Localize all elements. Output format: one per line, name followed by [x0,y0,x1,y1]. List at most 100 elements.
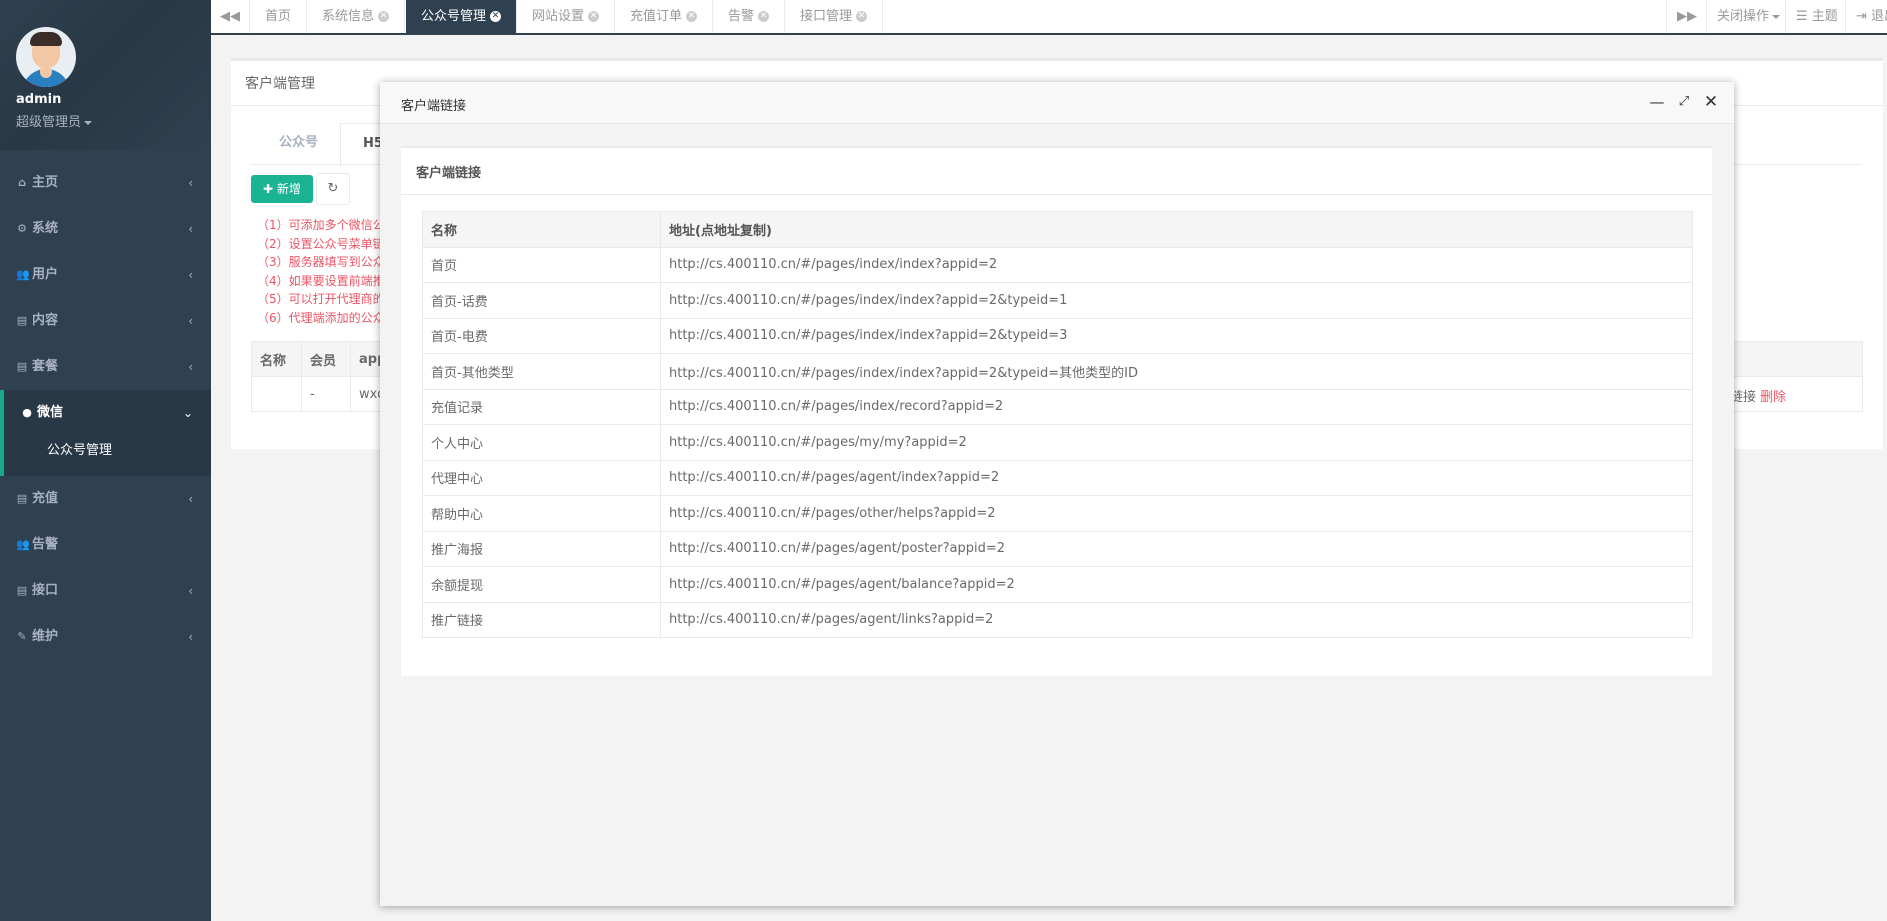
link-name: 首页-其他类型 [422,353,661,390]
maximize-button[interactable]: ⤢ [1674,92,1694,112]
sidebar: admin 超级管理员 ⌂ 主页 ‹ ⚙ 系统 ‹ 👥 用户 ‹ ▤ 内容 ‹ ▤ 套餐 ‹ ● 微信… [0,0,211,921]
sidebar-item-system[interactable]: ⚙ 系统 ‹ [0,206,211,252]
list-icon: ☰ [1796,9,1812,24]
user-role-dropdown[interactable]: 超级管理员 [16,111,93,130]
tab-recharge-orders[interactable]: 充值订单 ✕ [615,0,714,33]
link-url[interactable]: http://cs.400110.cn/#/pages/index/index?… [660,353,1693,390]
close-button[interactable]: ✕ [1701,92,1721,112]
tab-home[interactable]: 首页 [250,0,308,33]
sidebar-item-recharge[interactable]: ▤ 充值 ‹ [0,476,211,522]
scroll-right-button[interactable]: ▶▶ [1666,0,1706,33]
refresh-button[interactable]: ↻ [316,173,350,205]
chevron-left-icon: ‹ [188,360,193,374]
tab-alert[interactable]: 告警 ✕ [713,0,786,33]
sidebar-nav: ⌂ 主页 ‹ ⚙ 系统 ‹ 👥 用户 ‹ ▤ 内容 ‹ ▤ 套餐 ‹ ● 微信 ⌄ 公众号管理 ▤ 充值 ‹… [0,160,211,660]
sidebar-item-maintenance[interactable]: ✎ 维护 ‹ [0,614,211,660]
table-row: 帮助中心 http://cs.400110.cn/#/pages/other/he… [422,495,1693,532]
sidebar-item-wechat[interactable]: ● 微信 ⌄ [0,390,211,436]
table-row: 首页 http://cs.400110.cn/#/pages/index/inde… [422,246,1693,283]
links-table: 名称 地址(点地址复制) 首页 http://cs.400110.cn/#/pag… [422,211,1693,638]
tab-api-management[interactable]: 接口管理 ✕ [785,0,884,33]
instruction-notes: （1）可添加多个微信公 （2）设置公众号菜单链 （3）服务器填写到公众 （4）如… [257,218,385,325]
close-operations-dropdown[interactable]: 关闭操作 [1706,0,1790,33]
file-icon: ▤ [16,314,28,327]
link-url[interactable]: http://cs.400110.cn/#/pages/my/my?appid=… [660,424,1693,461]
add-button[interactable]: ✚ 新增 [251,175,313,203]
link-name: 帮助中心 [422,495,661,532]
modal-title: 客户端链接 [401,99,467,114]
link-name: 余额提现 [422,566,661,603]
tab-official-account-list[interactable]: 公众号 [257,123,340,167]
sidebar-item-alert[interactable]: 👥 告警 [0,522,211,568]
chevron-left-icon: ‹ [188,584,193,598]
sidebar-item-users[interactable]: 👥 用户 ‹ [0,252,211,298]
close-icon[interactable]: ✕ [378,11,390,22]
link-url[interactable]: http://cs.400110.cn/#/pages/index/index?… [660,282,1693,319]
client-links-modal: 客户端链接 — ⤢ ✕ 客户端链接 名称 地址(点地址复制) 首页 http://… [380,82,1734,906]
forward-icon: ▶▶ [1677,9,1697,24]
column-header-url: 地址(点地址复制) [660,211,1693,248]
scroll-left-button[interactable]: ◀◀ [211,0,250,33]
modal-header: 客户端链接 — ⤢ ✕ [380,82,1734,124]
link-name: 首页-电费 [422,317,661,354]
link-url[interactable]: http://cs.400110.cn/#/pages/agent/balanc… [660,566,1693,603]
chevron-left-icon: ‹ [188,268,193,282]
page-title: 客户端管理 [245,76,315,92]
home-icon: ⌂ [18,176,26,189]
close-icon[interactable]: ✕ [758,11,770,22]
sidebar-item-content[interactable]: ▤ 内容 ‹ [0,298,211,344]
column-header-name: 名称 [422,211,661,248]
link-url[interactable]: http://cs.400110.cn/#/pages/index/record… [660,388,1693,425]
maximize-icon: ⤢ [1678,94,1690,109]
caret-down-icon [84,120,93,125]
user-role-label: 超级管理员 [16,115,82,130]
sign-out-icon: ⇥ [1856,9,1872,24]
sidebar-item-home[interactable]: ⌂ 主页 ‹ [0,160,211,206]
link-url[interactable]: http://cs.400110.cn/#/pages/index/index?… [660,317,1693,354]
users-icon: 👥 [16,268,30,281]
avatar[interactable] [16,27,76,87]
file-icon: ▤ [16,360,28,373]
link-url[interactable]: http://cs.400110.cn/#/pages/agent/links?… [660,601,1693,638]
link-name: 推广链接 [422,601,661,638]
link-name: 首页-话费 [422,282,661,319]
sidebar-item-package[interactable]: ▤ 套餐 ‹ [0,344,211,390]
table-row: 代理中心 http://cs.400110.cn/#/pages/agent/in… [422,459,1693,496]
link-url[interactable]: http://cs.400110.cn/#/pages/index/index?… [660,246,1693,283]
link-name: 充值记录 [422,388,661,425]
refresh-icon: ↻ [327,181,339,196]
table-row: 推广链接 http://cs.400110.cn/#/pages/agent/li… [422,601,1693,638]
sidebar-item-api[interactable]: ▤ 接口 ‹ [0,568,211,614]
plus-icon: ✚ [263,182,277,196]
file-icon: ▤ [16,492,28,505]
logout-button[interactable]: ⇥ 退出 [1845,0,1887,33]
link-name: 首页 [422,246,661,283]
minimize-button[interactable]: — [1647,92,1667,112]
tab-system-info[interactable]: 系统信息 ✕ [307,0,406,33]
table-row: 首页-其他类型 http://cs.400110.cn/#/pages/index… [422,353,1693,390]
link-url[interactable]: http://cs.400110.cn/#/pages/agent/index?… [660,459,1693,496]
close-icon[interactable]: ✕ [490,11,502,22]
link-url[interactable]: http://cs.400110.cn/#/pages/agent/poster… [660,530,1693,567]
table-row: 首页-电费 http://cs.400110.cn/#/pages/index/i… [422,317,1693,354]
close-icon[interactable]: ✕ [856,11,868,22]
profile-header: admin 超级管理员 [0,0,211,150]
close-icon[interactable]: ✕ [686,11,698,22]
chevron-left-icon: ‹ [188,314,193,328]
sidebar-subitem-official-account[interactable]: 公众号管理 [4,436,211,476]
link-url[interactable]: http://cs.400110.cn/#/pages/other/helps?… [660,495,1693,532]
theme-button[interactable]: ☰ 主题 [1785,0,1848,33]
links-card: 客户端链接 名称 地址(点地址复制) 首页 http://cs.400110.cn… [401,146,1712,676]
top-tabbar: ◀◀ 首页 系统信息 ✕ 公众号管理 ✕ 网站设置 ✕ 充值订单 ✕ 告警 ✕ 接口管理 ✕… [211,0,1887,35]
table-row: 首页-话费 http://cs.400110.cn/#/pages/index/i… [422,282,1693,319]
wrench-icon: ✎ [17,630,27,643]
close-icon[interactable]: ✕ [588,11,600,22]
link-name: 个人中心 [422,424,661,461]
tab-site-settings[interactable]: 网站设置 ✕ [517,0,616,33]
delete-action[interactable]: 删除 [1760,390,1786,405]
link-name: 推广海报 [422,530,661,567]
tab-official-account[interactable]: 公众号管理 ✕ [406,0,518,33]
link-name: 代理中心 [422,459,661,496]
users-icon: 👥 [16,538,30,551]
row-actions: 链接 删除 [1730,386,1786,405]
